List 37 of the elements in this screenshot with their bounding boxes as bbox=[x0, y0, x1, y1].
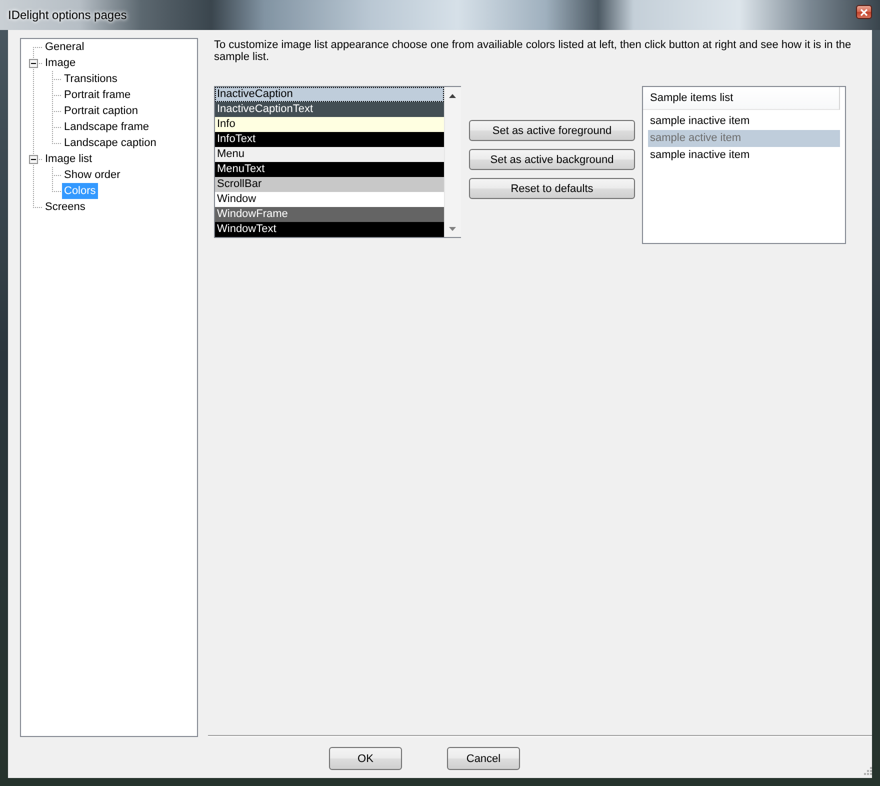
collapse-icon[interactable] bbox=[29, 59, 38, 68]
close-icon bbox=[860, 8, 868, 16]
scroll-up-icon[interactable] bbox=[449, 94, 456, 98]
close-button[interactable] bbox=[856, 5, 872, 19]
sample-list-item[interactable]: sample inactive item bbox=[648, 147, 840, 164]
tree-item[interactable]: Portrait frame bbox=[62, 87, 133, 103]
ok-button[interactable]: OK bbox=[329, 747, 402, 770]
tree-item[interactable]: Portrait caption bbox=[62, 103, 140, 119]
scrollbar[interactable] bbox=[444, 87, 461, 237]
instruction-text: To customize image list appearance choose one from availiable colors listed at left, then click button at right and see how it is in the sample list. bbox=[213, 38, 852, 63]
tree-item[interactable]: General bbox=[43, 39, 86, 55]
tree-item[interactable]: Transitions bbox=[62, 71, 120, 87]
color-list-item[interactable]: InactiveCaptionText bbox=[215, 102, 444, 117]
color-list-item[interactable]: InactiveCaption bbox=[215, 87, 444, 102]
tree-item[interactable]: Landscape frame bbox=[62, 119, 151, 135]
collapse-icon[interactable] bbox=[29, 155, 38, 164]
color-list-item[interactable]: InfoText bbox=[215, 132, 444, 147]
set-background-button[interactable]: Set as active background bbox=[469, 149, 635, 170]
color-list-item[interactable]: WindowFrame bbox=[215, 207, 444, 222]
column-header[interactable]: Sample items list bbox=[643, 87, 840, 110]
tree-item[interactable]: Image list bbox=[43, 151, 94, 167]
cancel-button[interactable]: Cancel bbox=[447, 747, 520, 770]
color-list-item[interactable]: WindowText bbox=[215, 222, 444, 237]
color-list-item[interactable]: MenuText bbox=[215, 162, 444, 177]
tree-item[interactable]: Screens bbox=[43, 199, 88, 215]
set-foreground-button[interactable]: Set as active foreground bbox=[469, 120, 635, 141]
window-title: IDelight options pages bbox=[8, 8, 127, 22]
color-list-item[interactable]: Menu bbox=[215, 147, 444, 162]
resize-grip-icon[interactable] bbox=[862, 765, 872, 775]
reset-defaults-button[interactable]: Reset to defaults bbox=[469, 178, 635, 199]
color-list-item[interactable]: Info bbox=[215, 117, 444, 132]
tree-item[interactable]: Image bbox=[43, 55, 78, 71]
sample-list-item[interactable]: sample inactive item bbox=[648, 113, 840, 130]
tree-item[interactable]: Show order bbox=[62, 167, 122, 183]
scroll-down-icon[interactable] bbox=[449, 227, 456, 231]
color-list-item[interactable]: ScrollBar bbox=[215, 177, 444, 192]
tree-item[interactable]: Landscape caption bbox=[62, 135, 158, 151]
